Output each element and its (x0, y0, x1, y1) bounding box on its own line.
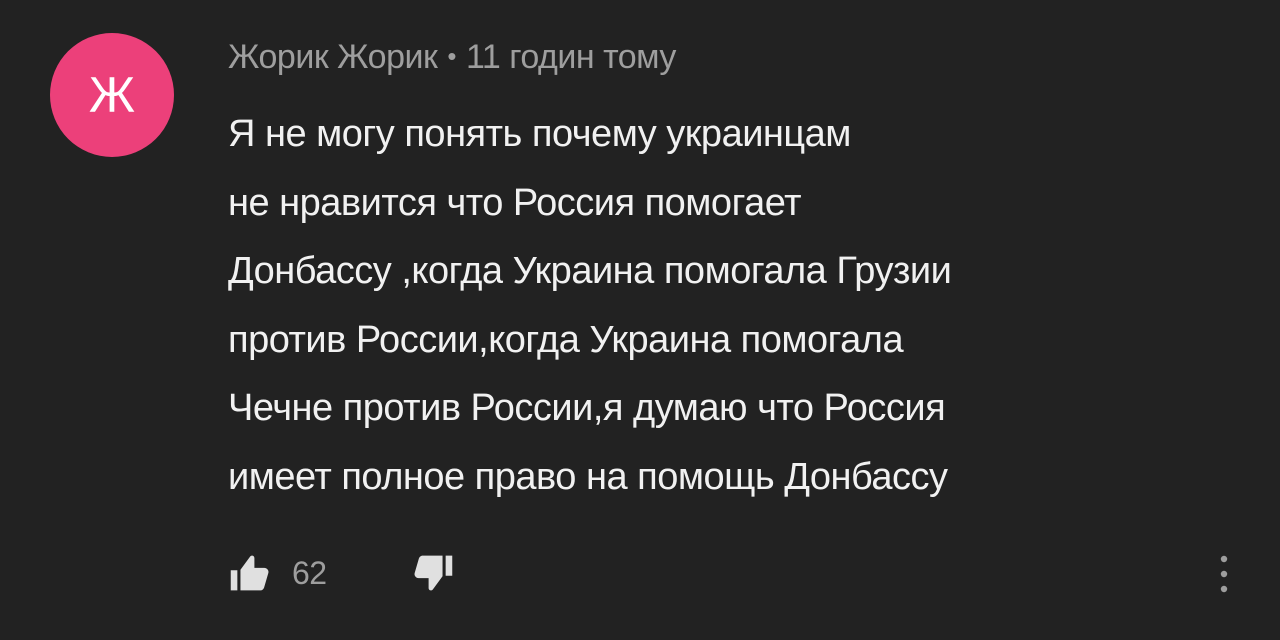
thumbs-up-icon (230, 555, 269, 591)
comment-text-line: Донбассу ,когда Украина помогала Грузии (228, 250, 952, 292)
comment-actions: 62 (226, 548, 457, 598)
comment-text-line: Чечне против России,я думаю что Россия (228, 387, 946, 429)
more-vertical-icon (1220, 555, 1228, 593)
like-count: 62 (292, 554, 327, 591)
comment-header: Жорик Жорик • 11 годин тому (228, 38, 676, 77)
comment-text-line: имеет полное право на помощь Донбассу (228, 455, 948, 498)
meta-separator: • (447, 41, 456, 71)
comment-text: Я не могу понять почему украинцам не нра… (228, 100, 1188, 511)
thumbs-down-icon (414, 555, 452, 591)
comment-menu-button[interactable] (1200, 546, 1248, 602)
comment-text-line: против России,когда Украина помогала (228, 318, 904, 361)
comment-text-line: Я не могу понять почему украинцам (228, 113, 851, 155)
author-name[interactable]: Жорик Жорик (228, 38, 438, 76)
comment-item: Ж Жорик Жорик • 11 годин тому Я не могу по… (0, 0, 1280, 640)
avatar-letter: Ж (88, 67, 136, 123)
comment-timestamp[interactable]: 11 годин тому (466, 38, 676, 76)
like-button[interactable] (226, 549, 274, 597)
dislike-button[interactable] (409, 549, 457, 597)
avatar[interactable]: Ж (50, 33, 174, 157)
comment-text-line: не нравится что Россия помогает (228, 181, 802, 224)
